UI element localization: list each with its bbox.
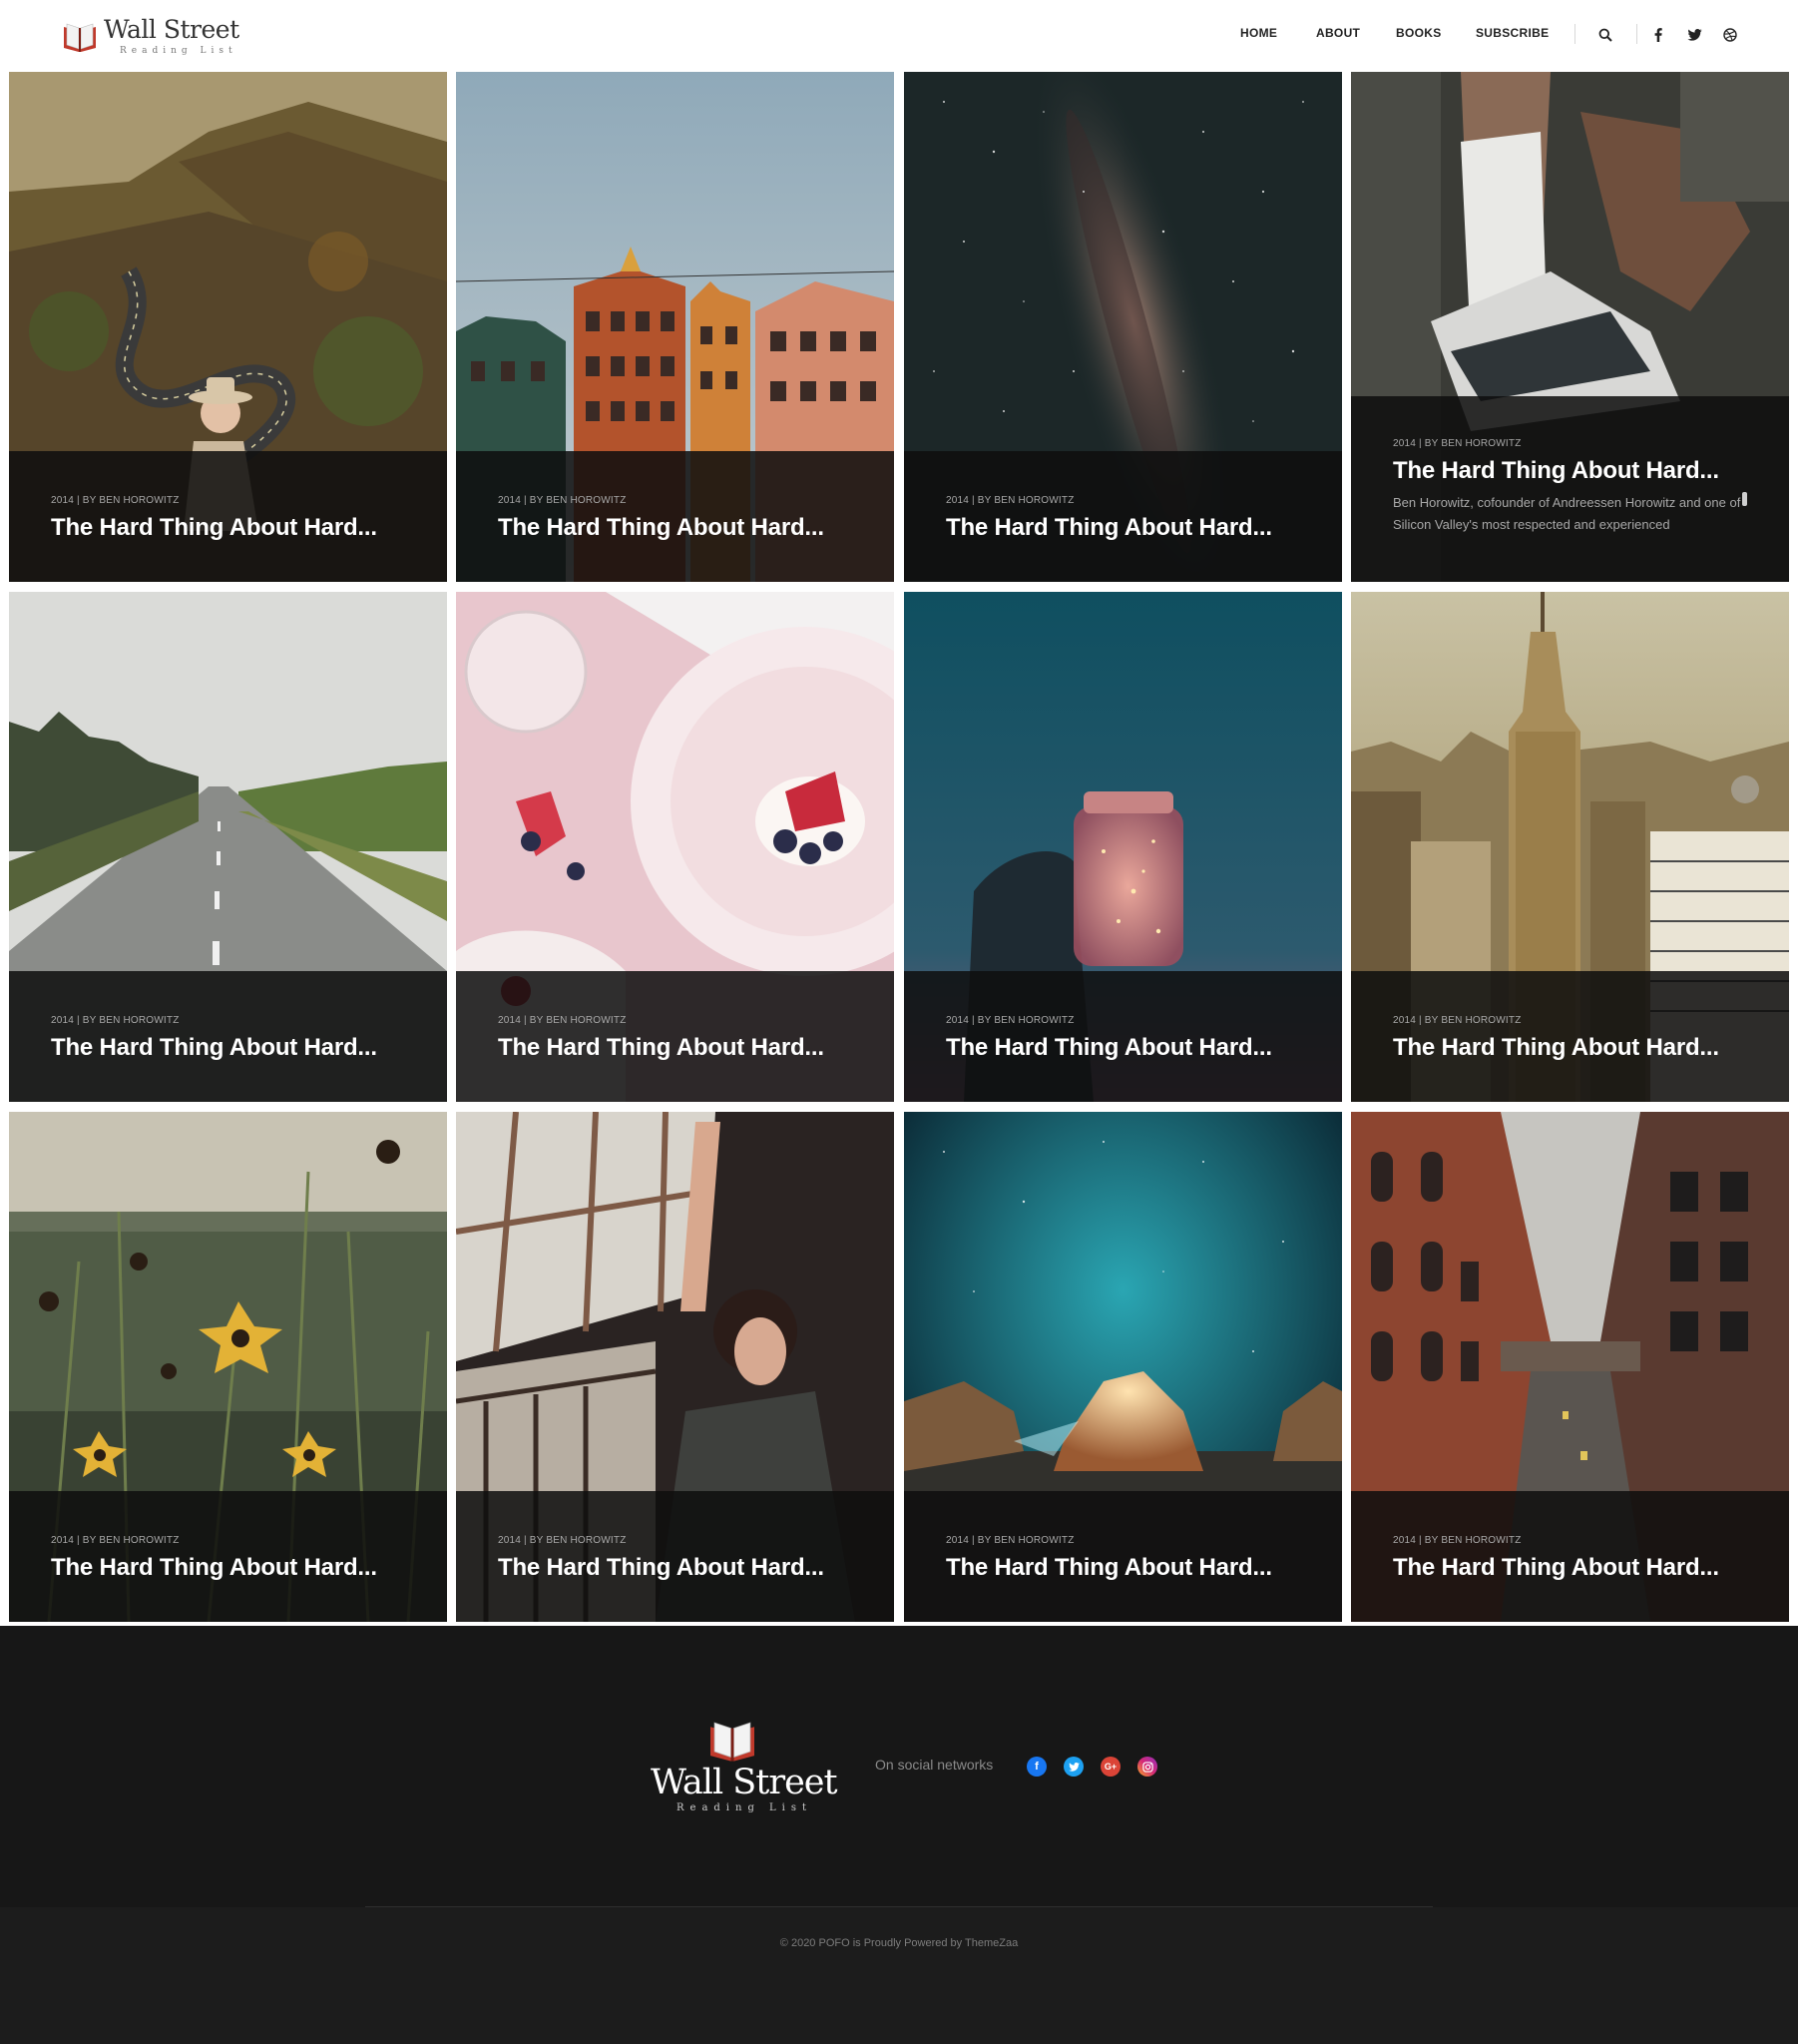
post-card[interactable]: 2014 | BY BEN HOROWITZ The Hard Thing Ab…: [904, 1112, 1342, 1622]
book-logo-icon: [64, 23, 96, 52]
post-card[interactable]: 2014 | BY BEN HOROWITZ The Hard Thing Ab…: [1351, 1112, 1789, 1622]
nav-subscribe[interactable]: SUBSCRIBE: [1476, 26, 1549, 40]
post-title[interactable]: The Hard Thing About Hard...: [51, 1034, 377, 1062]
post-card[interactable]: 2014 | BY BEN HOROWITZ The Hard Thing Ab…: [456, 1112, 894, 1622]
brand-name: Wall Street: [104, 15, 239, 44]
footer-divider: [365, 1906, 1433, 1907]
post-card[interactable]: 2014 | BY BEN HOROWITZ The Hard Thing Ab…: [456, 72, 894, 582]
post-meta: 2014 | BY BEN HOROWITZ: [946, 1015, 1075, 1026]
post-title[interactable]: The Hard Thing About Hard...: [51, 514, 377, 542]
brand-logo[interactable]: Wall Street Reading List: [62, 15, 241, 59]
post-title[interactable]: The Hard Thing About Hard...: [51, 1554, 377, 1582]
post-meta: 2014 | BY BEN HOROWITZ: [498, 495, 627, 506]
search-icon[interactable]: [1593, 24, 1617, 46]
post-meta: 2014 | BY BEN HOROWITZ: [1393, 438, 1522, 449]
post-meta: 2014 | BY BEN HOROWITZ: [51, 495, 180, 506]
post-meta: 2014 | BY BEN HOROWITZ: [946, 495, 1075, 506]
post-card[interactable]: 2014 | BY BEN HOROWITZ The Hard Thing Ab…: [9, 72, 447, 582]
post-title[interactable]: The Hard Thing About Hard...: [946, 514, 1272, 542]
post-meta: 2014 | BY BEN HOROWITZ: [1393, 1015, 1522, 1026]
twitter-icon[interactable]: [1064, 1757, 1084, 1777]
post-card[interactable]: 2014 | BY BEN HOROWITZ The Hard Thing Ab…: [1351, 592, 1789, 1102]
excerpt-scrollbar[interactable]: [1742, 492, 1747, 506]
post-meta: 2014 | BY BEN HOROWITZ: [1393, 1535, 1522, 1546]
twitter-icon[interactable]: [1682, 24, 1706, 46]
post-title[interactable]: The Hard Thing About Hard...: [1393, 1034, 1719, 1062]
footer-bottom-bar: [0, 1907, 1798, 2044]
post-card[interactable]: 2014 | BY BEN HOROWITZ The Hard Thing Ab…: [9, 592, 447, 1102]
post-meta: 2014 | BY BEN HOROWITZ: [946, 1535, 1075, 1546]
post-title[interactable]: The Hard Thing About Hard...: [946, 1554, 1272, 1582]
footer-brand-logo[interactable]: Wall Street Reading List: [649, 1719, 838, 1814]
post-card[interactable]: 2014 | BY BEN HOROWITZ The Hard Thing Ab…: [1351, 72, 1789, 582]
post-card[interactable]: 2014 | BY BEN HOROWITZ The Hard Thing Ab…: [456, 592, 894, 1102]
site-header: Wall Street Reading List HOME ABOUT BOOK…: [0, 0, 1798, 72]
post-card[interactable]: 2014 | BY BEN HOROWITZ The Hard Thing Ab…: [904, 592, 1342, 1102]
nav-about[interactable]: ABOUT: [1316, 26, 1360, 40]
post-excerpt: Ben Horowitz, cofounder of Andreessen Ho…: [1393, 495, 1741, 532]
post-meta: 2014 | BY BEN HOROWITZ: [498, 1535, 627, 1546]
nav-books[interactable]: BOOKS: [1396, 26, 1442, 40]
copyright-text: © 2020 POFO is Proudly Powered by ThemeZ…: [779, 1937, 1019, 1949]
dribbble-icon[interactable]: [1718, 24, 1742, 46]
post-title[interactable]: The Hard Thing About Hard...: [946, 1034, 1272, 1062]
nav-home[interactable]: HOME: [1240, 26, 1277, 40]
instagram-icon[interactable]: [1137, 1757, 1157, 1777]
facebook-icon[interactable]: f: [1027, 1757, 1047, 1777]
post-meta: 2014 | BY BEN HOROWITZ: [51, 1535, 180, 1546]
post-card[interactable]: 2014 | BY BEN HOROWITZ The Hard Thing Ab…: [904, 72, 1342, 582]
post-title[interactable]: The Hard Thing About Hard...: [498, 1034, 824, 1062]
book-logo-icon: [710, 1722, 754, 1762]
nav-divider: [1574, 24, 1575, 44]
google-plus-icon[interactable]: G+: [1101, 1757, 1121, 1777]
nav-divider: [1636, 24, 1637, 44]
post-meta: 2014 | BY BEN HOROWITZ: [51, 1015, 180, 1026]
post-title[interactable]: The Hard Thing About Hard...: [498, 514, 824, 542]
post-meta: 2014 | BY BEN HOROWITZ: [498, 1015, 627, 1026]
social-networks-label: On social networks: [875, 1757, 994, 1773]
carousel-next-button[interactable]: [1731, 775, 1759, 803]
post-title[interactable]: The Hard Thing About Hard...: [1393, 1554, 1719, 1582]
brand-tagline: Reading List: [120, 46, 237, 56]
footer-brand-tagline: Reading List: [676, 1802, 813, 1813]
post-card[interactable]: 2014 | BY BEN HOROWITZ The Hard Thing Ab…: [9, 1112, 447, 1622]
facebook-icon[interactable]: [1646, 24, 1670, 46]
post-grid: 2014 | BY BEN HOROWITZ The Hard Thing Ab…: [0, 72, 1798, 1622]
post-title[interactable]: The Hard Thing About Hard...: [1393, 457, 1719, 485]
footer-brand-name: Wall Street: [651, 1763, 838, 1802]
post-title[interactable]: The Hard Thing About Hard...: [498, 1554, 824, 1582]
